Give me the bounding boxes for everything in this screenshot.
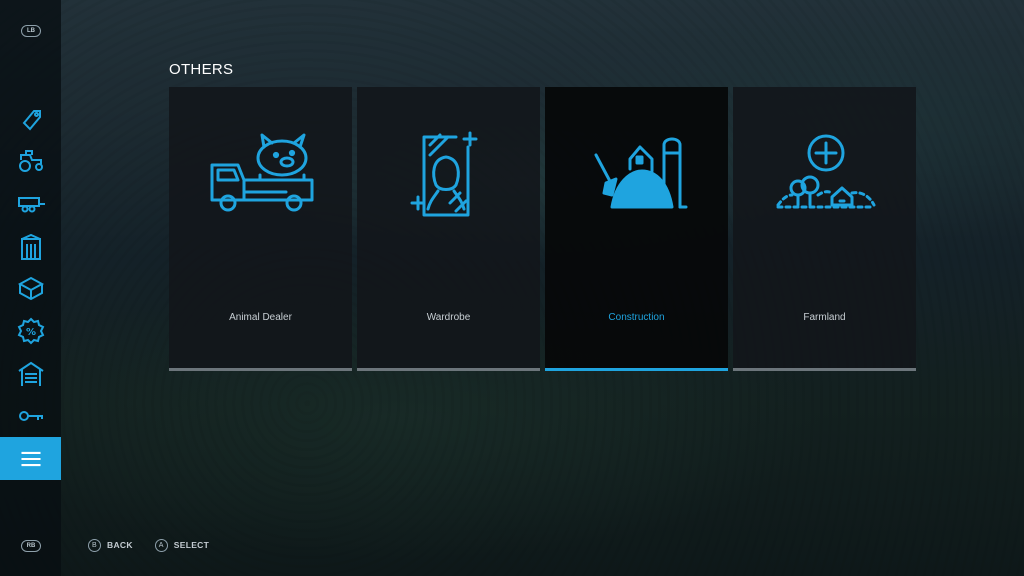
- back-hint[interactable]: B BACK: [88, 538, 133, 552]
- silo-building-icon: [20, 233, 41, 260]
- select-label: SELECT: [173, 540, 210, 550]
- menu-icon: [20, 451, 41, 466]
- sale-percent-icon: %: [17, 317, 44, 345]
- card-animal-dealer[interactable]: Animal Dealer: [169, 87, 352, 371]
- rb-bumper-hint: RB: [21, 540, 41, 552]
- card-label: Animal Dealer: [229, 312, 292, 323]
- key-icon: [18, 411, 43, 421]
- trailer-icon: [17, 197, 45, 213]
- garage-icon: [17, 361, 44, 386]
- back-label: BACK: [107, 540, 133, 550]
- a-button-icon: A: [154, 538, 168, 552]
- card-underline: [169, 368, 352, 371]
- card-wardrobe[interactable]: Wardrobe: [357, 87, 540, 371]
- section-title: OTHERS: [169, 61, 234, 78]
- wardrobe-icon: [410, 131, 477, 217]
- sidebar-item-sales[interactable]: %: [0, 311, 61, 351]
- sidebar: LB % RB: [0, 0, 61, 576]
- card-farmland[interactable]: Farmland: [733, 87, 916, 371]
- sidebar-item-objects[interactable]: [0, 268, 61, 308]
- b-button-icon: B: [88, 538, 101, 552]
- card-underline: [545, 368, 728, 371]
- sidebar-item-buildings[interactable]: [0, 227, 61, 267]
- sidebar-item-vehicles[interactable]: [0, 140, 61, 180]
- card-underline: [733, 368, 916, 371]
- construction-icon: [594, 137, 687, 209]
- sidebar-item-trailers[interactable]: [0, 183, 61, 223]
- button-hints: B BACK A SELECT: [88, 538, 223, 552]
- sidebar-item-garage[interactable]: [0, 354, 61, 394]
- card-label: Wardrobe: [426, 312, 471, 323]
- card-underline: [357, 368, 540, 371]
- svg-text:%: %: [25, 327, 35, 338]
- farmland-icon: [776, 134, 875, 209]
- tractor-icon: [18, 150, 43, 172]
- sidebar-item-prices[interactable]: [0, 98, 61, 138]
- sidebar-item-menu[interactable]: [0, 437, 61, 480]
- card-label: Construction: [608, 312, 665, 323]
- card-label: Farmland: [803, 312, 846, 323]
- box-icon: [17, 276, 44, 301]
- card-construction[interactable]: Construction: [545, 87, 728, 371]
- price-tag-icon: [22, 110, 41, 131]
- animal-dealer-icon: [210, 133, 313, 212]
- lb-bumper-hint: LB: [21, 25, 41, 37]
- select-hint[interactable]: A SELECT: [154, 538, 210, 552]
- sidebar-item-keys[interactable]: [0, 396, 61, 436]
